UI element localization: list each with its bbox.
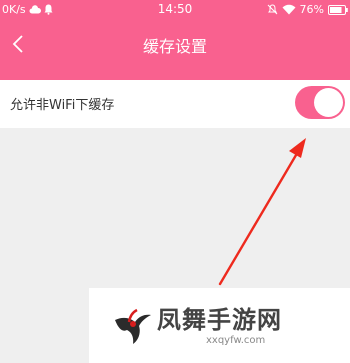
battery-icon <box>328 4 348 15</box>
nav-bar: 缓存设置 <box>0 22 350 66</box>
status-bar: 0K/s 14:50 76% <box>0 0 350 22</box>
status-right: 76% <box>267 3 348 16</box>
watermark: 凤舞手游网 xxqyfw.com <box>89 288 350 363</box>
setting-label: 允许非WiFi下缓存 <box>10 98 115 113</box>
mute-icon <box>267 4 277 15</box>
phoenix-logo-icon <box>115 308 151 344</box>
page-title: 缓存设置 <box>142 37 207 56</box>
watermark-name: 凤舞手游网 <box>157 305 282 334</box>
watermark-url: xxqyfw.com <box>206 335 266 346</box>
wifi-icon <box>282 4 296 15</box>
toggle-knob <box>314 88 343 117</box>
wifi-cache-toggle[interactable] <box>295 86 345 119</box>
battery-percent: 76% <box>299 3 324 16</box>
